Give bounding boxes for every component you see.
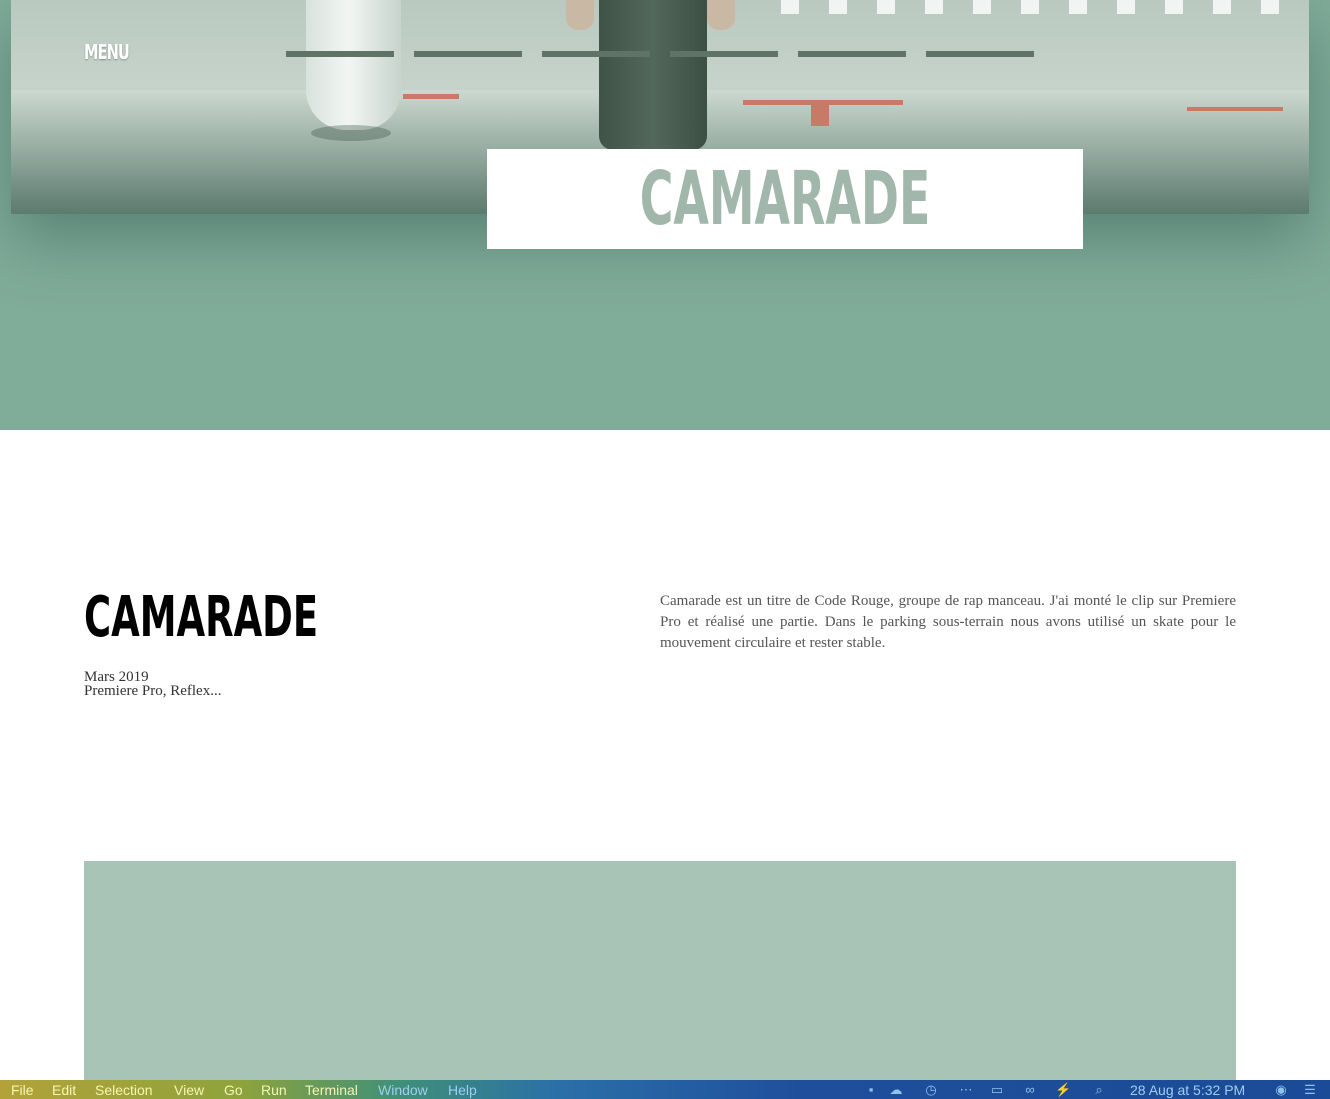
menu-help[interactable]: Help — [448, 1082, 477, 1098]
page-title: CAMARADE — [84, 585, 319, 650]
dots-icon[interactable]: ▪ — [863, 1082, 879, 1097]
menu-file[interactable]: File — [11, 1082, 34, 1098]
hero-title: CAMARADE — [639, 156, 931, 242]
display-icon[interactable]: ▭ — [989, 1082, 1005, 1097]
hero-image-pillar — [306, 0, 401, 130]
project-tools: Premiere Pro, Reflex... — [84, 683, 222, 699]
link-icon[interactable]: ∞ — [1022, 1082, 1038, 1097]
nav-item-3[interactable] — [542, 51, 650, 57]
menu-view[interactable]: View — [174, 1082, 204, 1098]
search-icon[interactable]: ⌕ — [1091, 1082, 1107, 1097]
nav-item-2[interactable] — [414, 51, 522, 57]
nav-item-4[interactable] — [670, 51, 778, 57]
hero-image-person-arm — [707, 0, 735, 30]
video-placeholder[interactable] — [84, 861, 1236, 1099]
project-description: Camarade est un titre de Code Rouge, gro… — [660, 593, 1236, 651]
system-menu-bar: File Edit Selection View Go Run Terminal… — [0, 1080, 1330, 1099]
hero-image-pillar-shadow — [311, 125, 391, 141]
time-machine-icon[interactable]: ◷ — [923, 1082, 939, 1097]
clock[interactable]: 28 Aug at 5:32 PM — [1130, 1082, 1245, 1098]
hero-image-floor-mark — [811, 100, 829, 126]
hero-title-card: CAMARADE — [487, 149, 1083, 249]
menu-window[interactable]: Window — [378, 1082, 428, 1098]
hero-image-stripes — [781, 0, 1281, 14]
menu-selection[interactable]: Selection — [95, 1082, 153, 1098]
project-date: Mars 2019 — [84, 669, 149, 685]
nav-item-1[interactable] — [286, 51, 394, 57]
siri-icon[interactable]: ◉ — [1273, 1082, 1289, 1097]
battery-charging-icon[interactable]: ⚡ — [1055, 1082, 1071, 1097]
cloud-upload-icon[interactable]: ☁ — [888, 1082, 904, 1097]
menu-button[interactable]: MENU — [84, 40, 130, 64]
hero-image-person-arm — [566, 0, 594, 30]
control-center-icon[interactable]: ☰ — [1302, 1082, 1318, 1097]
hero-image-floor-mark — [403, 94, 459, 99]
menu-go[interactable]: Go — [224, 1082, 243, 1098]
hero-image-person — [599, 0, 707, 150]
project-meta: Mars 2019 Premiere Pro, Reflex... — [84, 669, 222, 699]
menu-edit[interactable]: Edit — [52, 1082, 76, 1098]
nav-item-5[interactable] — [798, 51, 906, 57]
menu-terminal[interactable]: Terminal — [305, 1082, 358, 1098]
menu-run[interactable]: Run — [261, 1082, 287, 1098]
nav-item-6[interactable] — [926, 51, 1034, 57]
hero-image-floor-mark — [1187, 107, 1283, 111]
dots-horizontal-icon[interactable]: ⋯ — [958, 1082, 974, 1097]
